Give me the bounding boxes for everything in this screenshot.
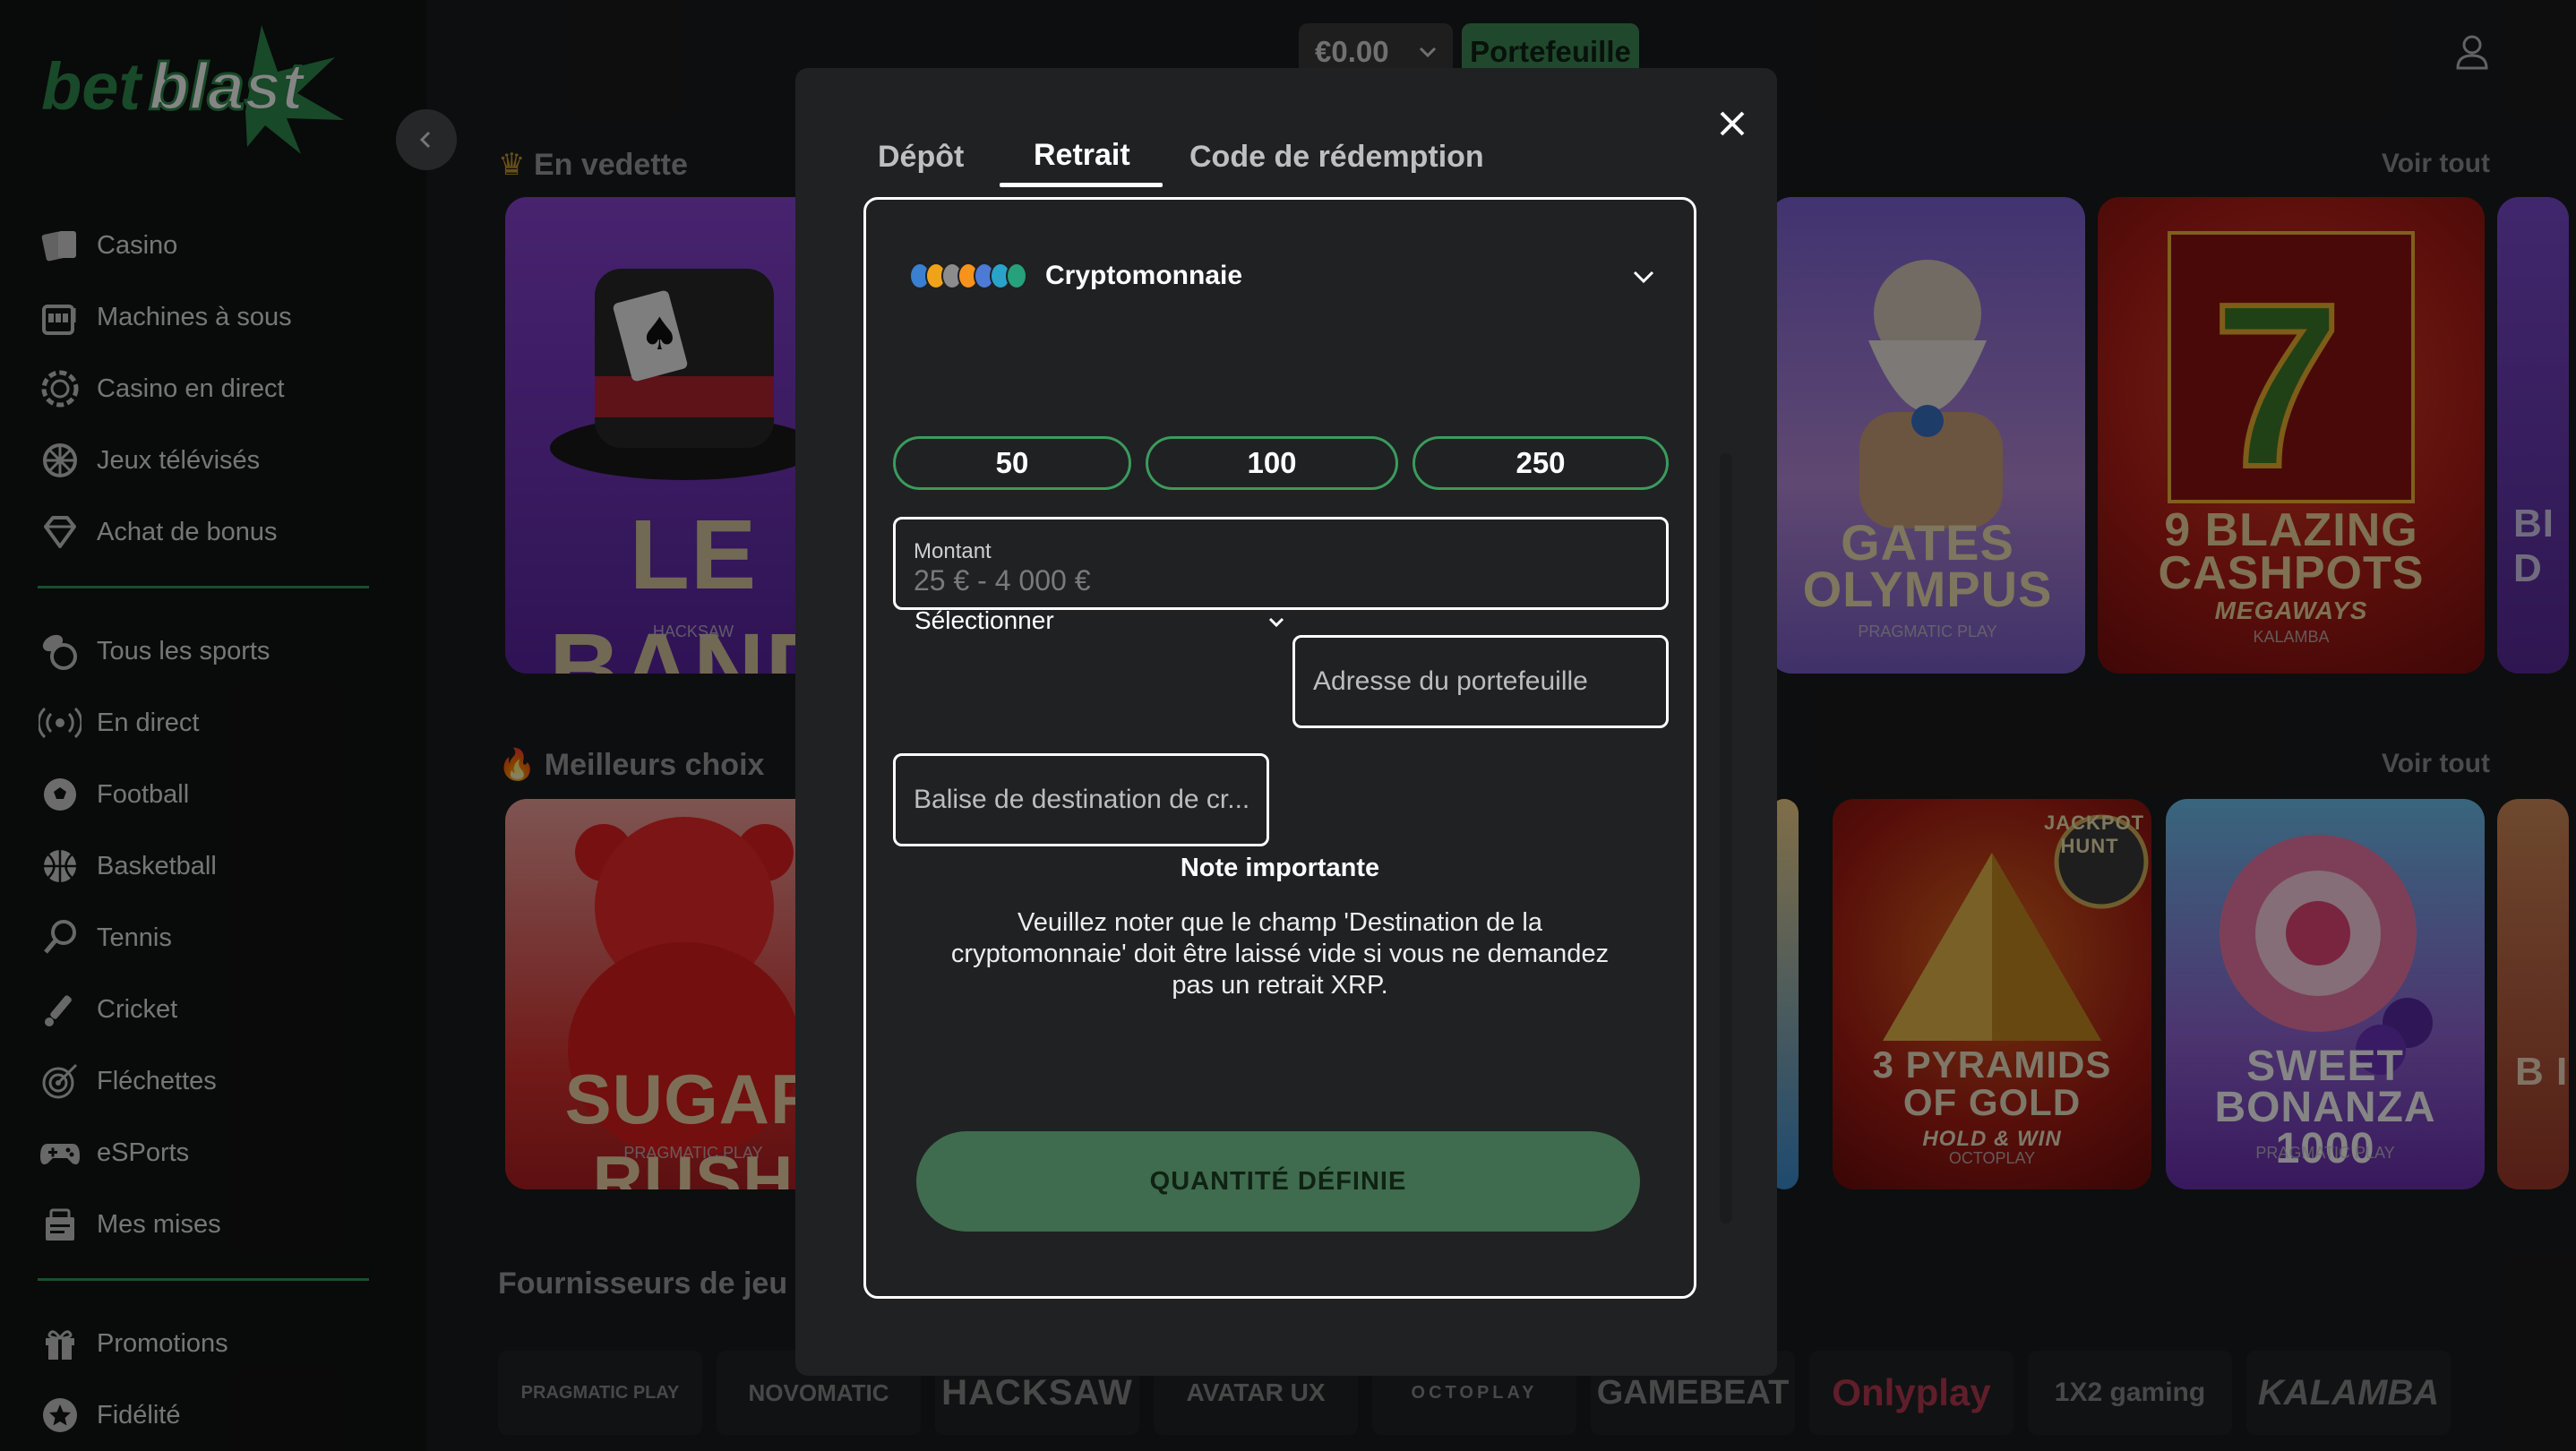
amount-placeholder: 25 € - 4 000 € (914, 564, 1091, 597)
submit-amount-button[interactable]: QUANTITÉ DÉFINIE (916, 1131, 1640, 1232)
tab-deposit[interactable]: Dépôt (878, 140, 964, 175)
tab-redeem-code[interactable]: Code de rédemption (1189, 140, 1484, 175)
destination-tag-placeholder: Balise de destination de cr... (914, 785, 1250, 814)
close-icon (1720, 111, 1745, 136)
preset-amount-button[interactable]: 50 (893, 436, 1131, 490)
network-select[interactable]: Sélectionner (911, 594, 1287, 648)
chevron-down-icon (1268, 617, 1284, 628)
payment-method-select[interactable]: Cryptomonnaie (909, 253, 1658, 298)
network-select-label: Sélectionner (914, 606, 1054, 634)
wallet-address-field[interactable]: Adresse du portefeuille (1292, 635, 1669, 728)
destination-tag-field[interactable]: Balise de destination de cr... (893, 753, 1269, 846)
note-text: Veuillez noter que le champ 'Destination… (950, 908, 1610, 1000)
active-tab-indicator (1000, 183, 1163, 187)
crypto-coins-icon (909, 262, 1027, 289)
tab-withdraw[interactable]: Retrait (1034, 138, 1130, 173)
modal-tabs: Dépôt Retrait Code de rédemption (795, 138, 1777, 193)
chevron-down-icon (1633, 270, 1654, 284)
preset-amount-button[interactable]: 100 (1146, 436, 1398, 490)
modal-scrollbar[interactable] (1720, 453, 1732, 1223)
amount-label: Montant (914, 539, 992, 563)
preset-amount-button[interactable]: 250 (1413, 436, 1669, 490)
note-title: Note importante (1180, 854, 1380, 882)
withdraw-panel: Cryptomonnaie 50 100 250 Montant 25 € - … (863, 197, 1696, 1299)
wallet-address-placeholder: Adresse du portefeuille (1313, 666, 1588, 696)
payment-method-label: Cryptomonnaie (1045, 261, 1243, 290)
withdraw-modal: Dépôt Retrait Code de rédemption Cryptom… (795, 68, 1777, 1376)
